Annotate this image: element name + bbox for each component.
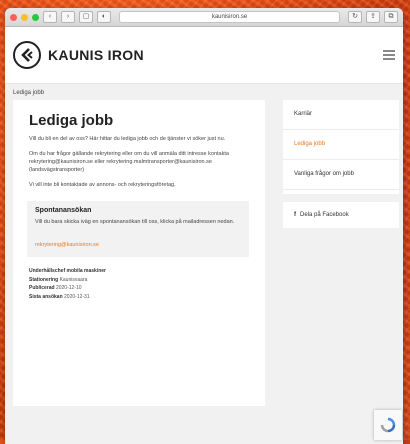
sidebar-item-vanliga-fragor[interactable]: Vanliga frågor om jobb	[283, 160, 399, 190]
close-window-button[interactable]	[10, 13, 17, 21]
page-title: Lediga jobb	[29, 112, 114, 129]
tabs-icon[interactable]: ⧉	[384, 11, 398, 23]
contact-intro: Om du har frågor gällande rekrytering el…	[29, 151, 229, 157]
spontaneous-application-box: Spontanansökan Vill du bara skicka iväg …	[27, 201, 249, 257]
facebook-icon: f	[294, 212, 296, 218]
location-meta: Stationering Kaunisvaara	[29, 276, 88, 283]
back-icon[interactable]: ‹	[43, 11, 57, 23]
job-title-meta[interactable]: Underhållschef mobila maskiner	[29, 267, 249, 276]
sidebar-item-karriar[interactable]: Karriär	[283, 100, 399, 130]
site-header: KAUNIS IRON	[5, 27, 403, 84]
job-listing-panel: Lediga jobb Vill du bli en del av oss? H…	[13, 100, 265, 406]
sidebar-nav: Karriär Lediga jobb Vanliga frågor om jo…	[283, 100, 399, 194]
spontaneous-text: Vill du bara skicka iväg en spontanansök…	[35, 219, 235, 225]
share-icon[interactable]: ⇪	[366, 11, 380, 23]
sidebar-toggle-icon[interactable]: ▢	[79, 11, 93, 23]
shield-icon[interactable]: ◐	[97, 11, 111, 23]
intro-text: Vill du bli en del av oss? Här hittar du…	[29, 136, 226, 142]
facebook-share-button[interactable]: f Dela på Facebook	[283, 202, 399, 228]
recaptcha-icon	[380, 417, 396, 433]
share-label: Dela på Facebook	[300, 212, 349, 218]
logo-chevron-icon	[21, 48, 33, 62]
job-meta: Underhållschef mobila maskiner Stationer…	[29, 267, 249, 301]
contact-text: Om du har frågor gällande rekrytering el…	[29, 150, 249, 174]
deadline-meta: Sista ansökan 2020-12-31	[29, 293, 90, 300]
contact-emails[interactable]: rekrytering@kaunisiron.se eller rekryter…	[29, 159, 212, 173]
recruitment-email-link[interactable]: rekrytering@kaunisiron.se	[35, 242, 99, 248]
agency-notice: Vi vill inte bli kontaktade av annons- o…	[29, 182, 176, 188]
forward-icon[interactable]: ›	[61, 11, 75, 23]
minimize-window-button[interactable]	[21, 13, 28, 21]
published-meta: Publicerad 2020-12-10	[29, 285, 82, 291]
address-bar[interactable]: kaunisiron.se	[119, 11, 340, 23]
reload-icon[interactable]: ↻	[348, 11, 362, 23]
spontaneous-title: Spontanansökan	[35, 207, 92, 214]
browser-toolbar: ‹ › ▢ ◐ kaunisiron.se ↻ ⇪ ⧉	[5, 8, 403, 27]
menu-icon[interactable]	[383, 48, 395, 63]
brand-name[interactable]: KAUNIS IRON	[48, 47, 144, 63]
maximize-window-button[interactable]	[32, 13, 39, 21]
kaunis-iron-logo-icon[interactable]	[13, 41, 41, 69]
sidebar-item-lediga-jobb[interactable]: Lediga jobb	[283, 130, 399, 160]
recaptcha-badge[interactable]	[374, 410, 402, 440]
